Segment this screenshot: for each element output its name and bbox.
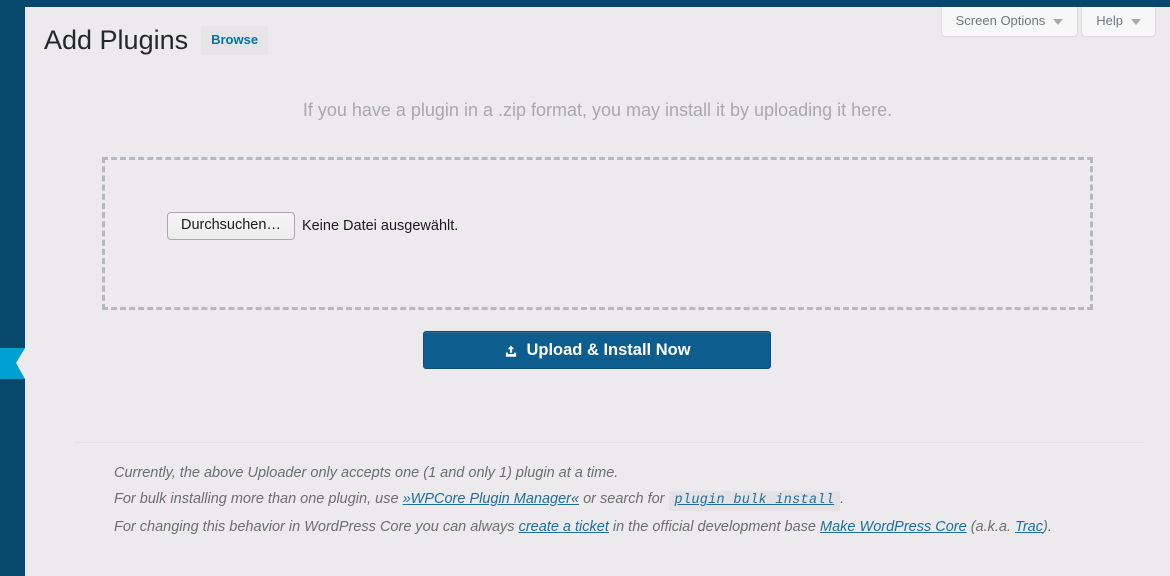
admin-bar [0, 0, 1170, 7]
create-a-ticket-link[interactable]: create a ticket [519, 519, 609, 535]
chevron-down-icon [1131, 19, 1141, 25]
note2-prefix: For bulk installing more than one plugin… [114, 491, 403, 507]
sidebar-active-menu-highlight [0, 348, 25, 379]
file-input-row: Durchsuchen… Keine Datei ausgewählt. [167, 212, 458, 240]
help-button[interactable]: Help [1081, 7, 1156, 37]
make-wordpress-core-link[interactable]: Make WordPress Core [820, 519, 967, 535]
chevron-down-icon [1053, 19, 1064, 25]
note3-middle-2: (a.k.a. [966, 519, 1016, 535]
sidebar-arrow-notch-icon [16, 348, 25, 379]
screen-meta-links: Screen Options Help [940, 7, 1156, 37]
note-line-1: Currently, the above Uploader only accep… [114, 465, 619, 481]
file-selected-status: Keine Datei ausgewählt. [301, 217, 459, 234]
note2-middle: or search for [579, 491, 669, 507]
install-help-text: If you have a plugin in a .zip format, y… [302, 100, 893, 120]
upload-icon [503, 343, 519, 360]
admin-content-wrap: Screen Options Help Add Plugins Browse I… [25, 7, 1170, 576]
screen-options-button[interactable]: Screen Options [940, 7, 1079, 37]
page-title-row: Add Plugins Browse [44, 24, 269, 57]
page-title: Add Plugins [44, 25, 189, 55]
note2-suffix: . [840, 491, 845, 507]
browse-tab-link[interactable]: Browse [201, 26, 269, 55]
file-browse-button[interactable]: Durchsuchen… [167, 212, 295, 240]
trac-link[interactable]: Trac [1015, 519, 1043, 535]
footer-notes: Currently, the above Uploader only accep… [74, 442, 1144, 536]
upload-install-now-button[interactable]: Upload & Install Now [423, 331, 771, 369]
footer-divider [74, 442, 1144, 443]
note3-middle: in the official development base [608, 519, 821, 535]
plugin-upload-dropzone[interactable]: Durchsuchen… Keine Datei ausgewählt. [102, 157, 1093, 310]
admin-sidebar-menu[interactable] [0, 0, 25, 576]
note-line-3: For changing this behavior in WordPress … [114, 518, 1144, 536]
plugin-bulk-install-link[interactable]: plugin bulk install [675, 493, 835, 508]
note3-suffix: ). [1042, 519, 1052, 535]
wpcore-plugin-manager-link[interactable]: »WPCore Plugin Manager« [403, 491, 580, 507]
upload-plugin-section: If you have a plugin in a .zip format, y… [25, 79, 1170, 369]
note3-prefix: For changing this behavior in WordPress … [114, 519, 519, 535]
help-label: Help [1096, 13, 1123, 28]
note-line-2: For bulk installing more than one plugin… [114, 490, 1144, 511]
wordpress-admin-screen: Screen Options Help Add Plugins Browse I… [0, 0, 1170, 576]
plugin-bulk-install-code: plugin bulk install [668, 491, 841, 511]
upload-install-now-label: Upload & Install Now [526, 341, 691, 359]
screen-options-label: Screen Options [955, 13, 1046, 28]
